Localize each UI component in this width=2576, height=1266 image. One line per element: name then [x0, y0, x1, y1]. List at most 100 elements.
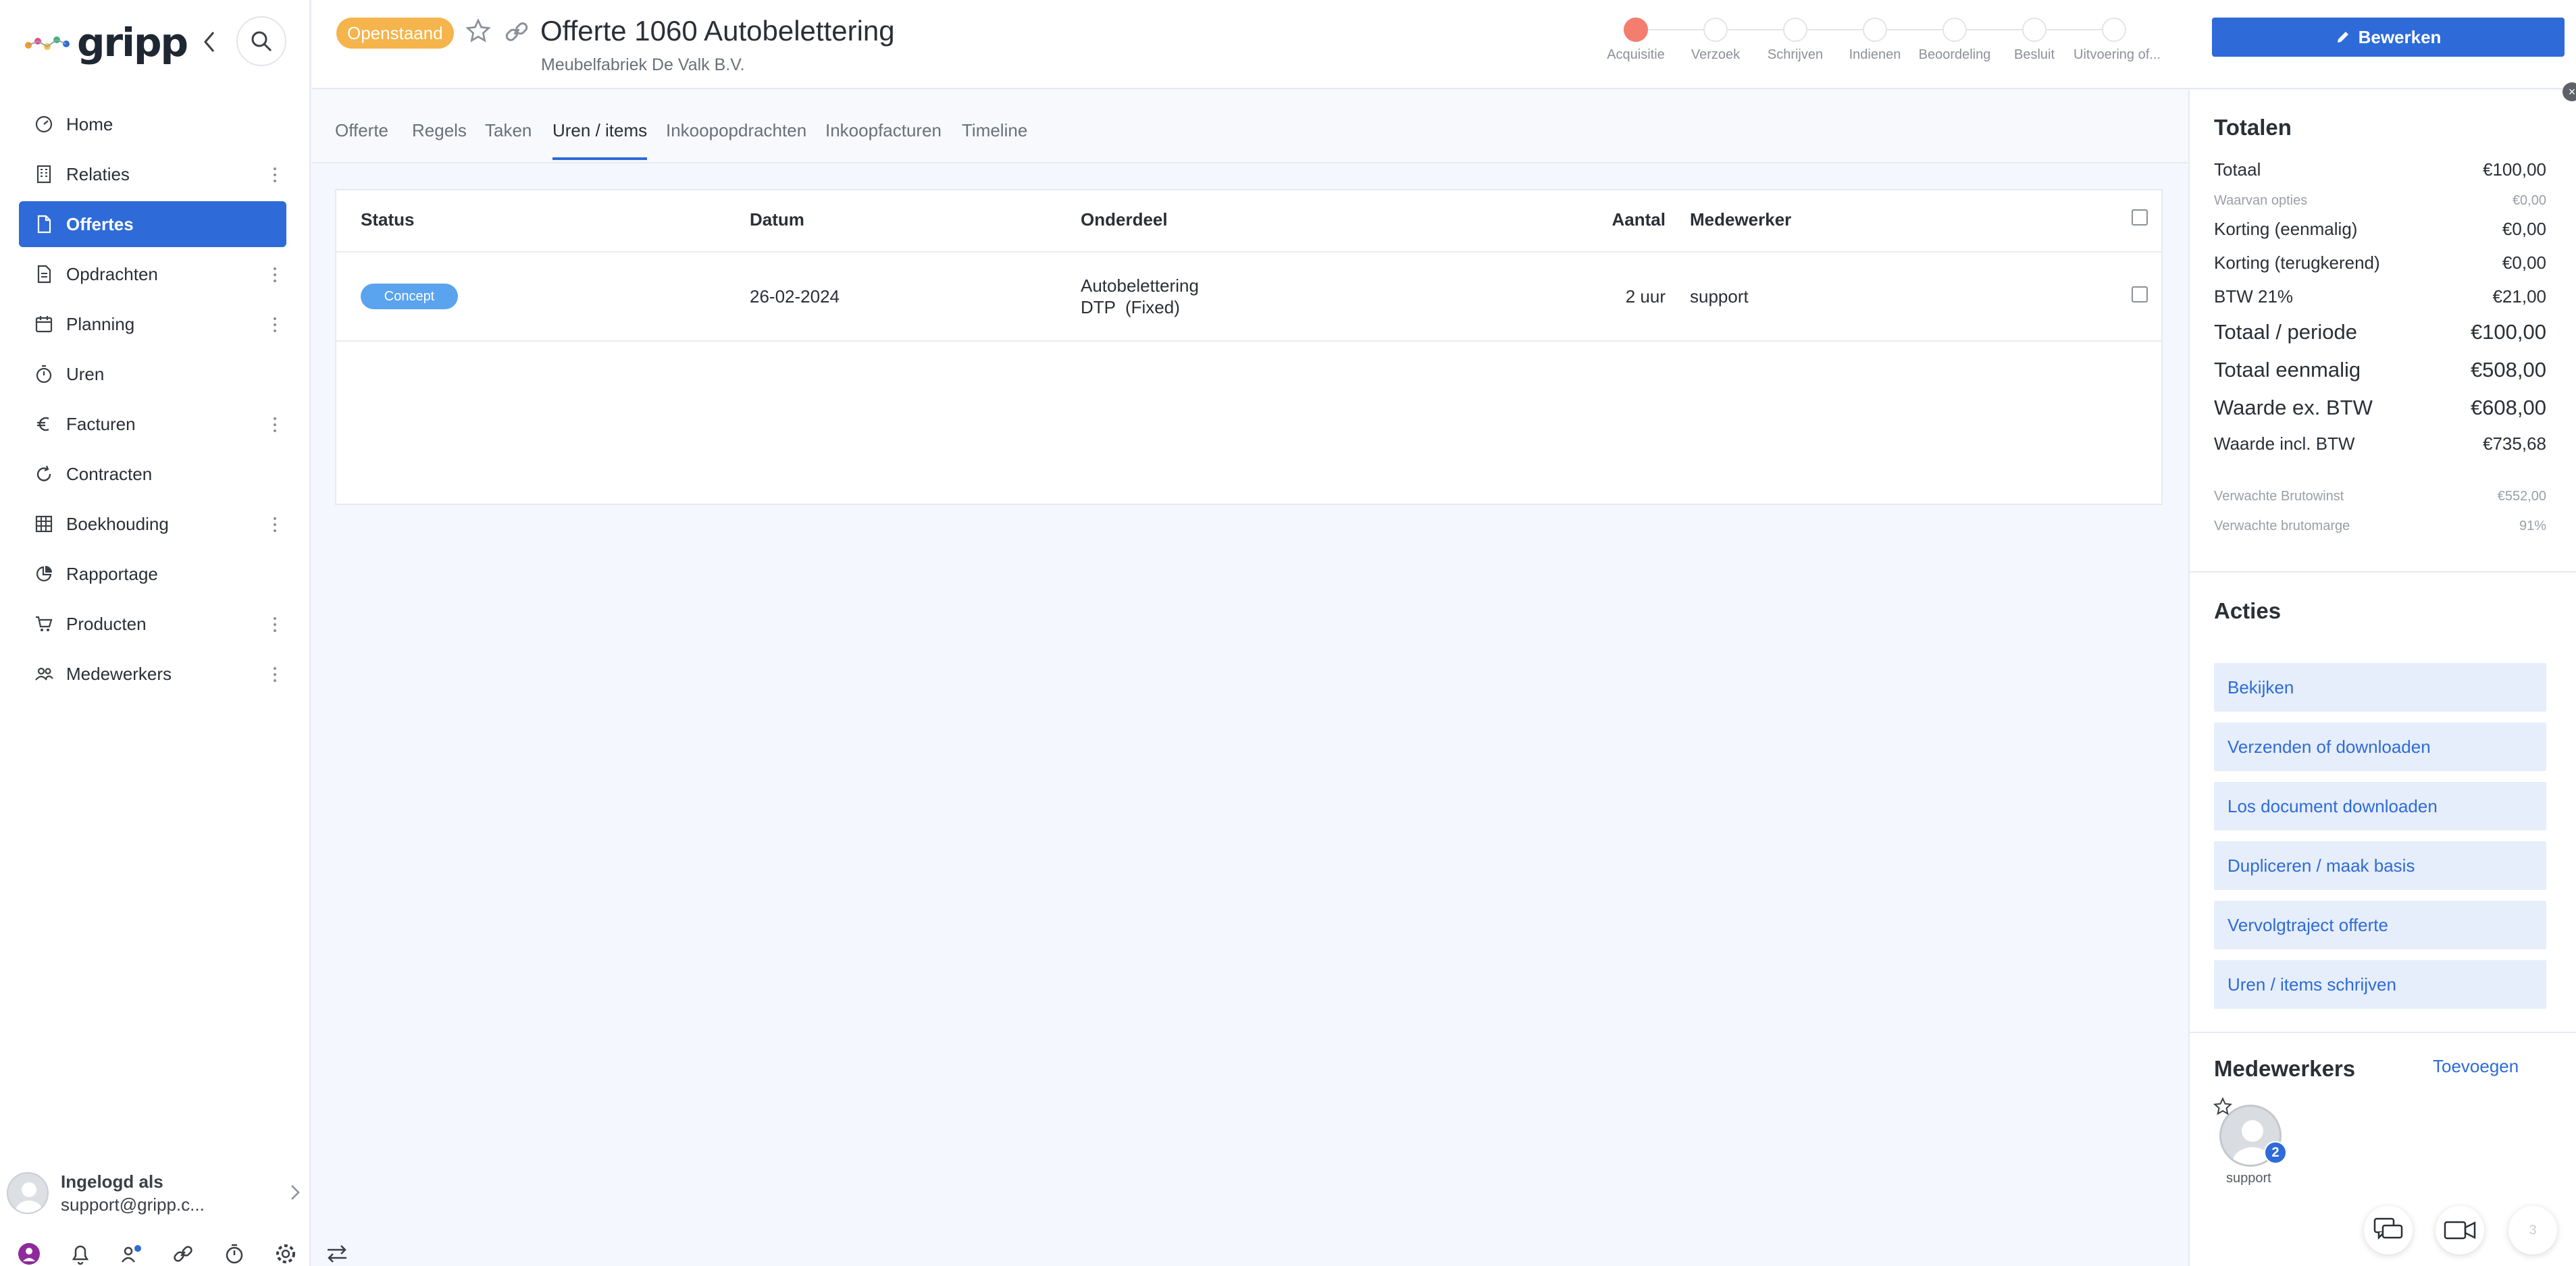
column-header-datum[interactable]: Datum: [750, 209, 804, 230]
phase-step[interactable]: Uitvoering of...: [2073, 18, 2161, 63]
timer-icon[interactable]: [222, 1242, 247, 1265]
logo[interactable]: gripp: [24, 19, 188, 66]
user-email: support@gripp.c...: [61, 1194, 205, 1215]
more-options-icon[interactable]: [273, 317, 277, 332]
action-verzenden-of-downloaden-button[interactable]: Verzenden of downloaden: [2214, 722, 2546, 771]
more-options-icon[interactable]: [273, 417, 277, 432]
select-all-checkbox[interactable]: [2132, 209, 2148, 226]
gear-icon[interactable]: [273, 1242, 299, 1265]
phase-step-label: Uitvoering of...: [2073, 47, 2161, 62]
sidebar-item-label: Opdrachten: [66, 263, 158, 284]
employees-heading: Medewerkers: [2214, 1056, 2356, 1081]
sidebar-item-facturen[interactable]: Facturen: [19, 401, 286, 447]
more-options-icon[interactable]: [273, 517, 277, 532]
column-header-onderdeel[interactable]: Onderdeel: [1081, 209, 1168, 230]
action-los-document-downloaden-button[interactable]: Los document downloaden: [2214, 782, 2546, 830]
column-header-aantal[interactable]: Aantal: [1612, 209, 1666, 230]
collapse-sidebar-button[interactable]: [197, 28, 222, 55]
row-checkbox[interactable]: [2132, 286, 2148, 302]
link-icon[interactable]: [170, 1242, 196, 1265]
chat-button[interactable]: [2364, 1206, 2413, 1255]
search-button[interactable]: [236, 16, 286, 66]
sidebar-item-relaties[interactable]: Relaties: [19, 151, 286, 197]
phase-step[interactable]: Indienen: [1834, 18, 1915, 63]
tab-taken[interactable]: Taken: [485, 120, 532, 157]
totals-value: €100,00: [2483, 159, 2546, 180]
action-dupliceren-maak-basis-button[interactable]: Dupliceren / maak basis: [2214, 841, 2546, 890]
employee-name: support: [2226, 1171, 2271, 1186]
totals-label: Waarde incl. BTW: [2214, 433, 2355, 454]
edit-button[interactable]: Bewerken: [2212, 18, 2565, 57]
sidebar-item-rapportage[interactable]: Rapportage: [19, 551, 286, 597]
sidebar-item-producten[interactable]: Producten: [19, 601, 286, 647]
more-options-icon[interactable]: [273, 667, 277, 682]
phase-step-label: Acquisitie: [1607, 47, 1665, 62]
column-header-status[interactable]: Status: [361, 209, 414, 230]
tab-offerte[interactable]: Offerte: [335, 120, 388, 157]
totals-value: €0,00: [2512, 193, 2546, 208]
totals-value: 91%: [2519, 519, 2546, 533]
more-options-icon[interactable]: [273, 617, 277, 632]
add-employee-link[interactable]: Toevoegen: [2433, 1056, 2519, 1077]
tab-regels[interactable]: Regels: [412, 120, 467, 157]
action-vervolgtraject-offerte-button[interactable]: Vervolgtraject offerte: [2214, 901, 2546, 949]
phase-step[interactable]: Verzoek: [1675, 18, 1756, 63]
sidebar-item-uren[interactable]: Uren: [19, 351, 286, 397]
star-icon[interactable]: [465, 18, 492, 45]
action-uren-items-schrijven-button[interactable]: Uren / items schrijven: [2214, 960, 2546, 1009]
sidebar-item-medewerkers[interactable]: Medewerkers: [19, 651, 286, 697]
tab-inkoopfacturen[interactable]: Inkoopfacturen: [825, 120, 942, 157]
tab-inkoopopdrachten[interactable]: Inkoopopdrachten: [666, 120, 806, 157]
sidebar-item-contracten[interactable]: Contracten: [19, 451, 286, 497]
euro-icon: [34, 414, 54, 434]
totals-label: BTW 21%: [2214, 286, 2294, 307]
phase-step-dot: [2102, 18, 2126, 42]
star-icon[interactable]: [2213, 1097, 2233, 1117]
sidebar-item-planning[interactable]: Planning: [19, 301, 286, 347]
totals-row: Totaal €100,00: [2214, 159, 2546, 180]
totals-label: Waarvan opties: [2214, 193, 2308, 208]
sidebar-item-boekhouding[interactable]: Boekhouding: [19, 501, 286, 547]
phase-step[interactable]: Beoordeling: [1914, 18, 1995, 63]
sidebar: gripp Home Relaties Offertes Opdrachten Plan…: [0, 0, 346, 1266]
sidebar-item-label: Boekhouding: [66, 513, 169, 534]
totals-label: Totaal / periode: [2214, 320, 2357, 344]
totals-row: Verwachte Brutowinst €552,00: [2214, 489, 2546, 504]
page-subtitle[interactable]: Meubelfabriek De Valk B.V.: [541, 55, 745, 75]
user-menu[interactable]: Ingelogd als support@gripp.c...: [7, 1169, 304, 1217]
sidebar-item-label: Home: [66, 113, 113, 134]
tab-uren-items[interactable]: Uren / items: [552, 120, 648, 160]
user-icon[interactable]: [16, 1242, 42, 1265]
team-notifications-icon[interactable]: [119, 1242, 145, 1265]
pencil-icon: [2337, 32, 2348, 43]
document-icon: [34, 214, 54, 234]
switch-icon[interactable]: [324, 1242, 350, 1265]
row-onderdeel-subtitle: DTP (Fixed): [1081, 297, 1180, 317]
totals-label: Verwachte brutomarge: [2214, 519, 2350, 533]
phase-step[interactable]: Acquisitie: [1595, 18, 1676, 63]
video-button[interactable]: [2436, 1206, 2484, 1255]
bell-icon[interactable]: [68, 1242, 93, 1265]
phase-step[interactable]: Besluit: [1994, 18, 2075, 63]
help-counter-button[interactable]: 3: [2508, 1206, 2557, 1255]
sidebar-item-label: Medewerkers: [66, 663, 172, 684]
sidebar-item-home[interactable]: Home: [19, 101, 286, 147]
sidebar-item-offertes[interactable]: Offertes: [19, 201, 286, 247]
tab-timeline[interactable]: Timeline: [962, 120, 1027, 157]
more-options-icon[interactable]: [273, 167, 277, 182]
page-header: Openstaand Offerte 1060 Autobelettering …: [312, 0, 2576, 89]
more-options-icon[interactable]: [273, 267, 277, 282]
totals-value: €608,00: [2470, 396, 2546, 419]
phase-step[interactable]: Schrijven: [1755, 18, 1836, 63]
sidebar-item-opdrachten[interactable]: Opdrachten: [19, 251, 286, 297]
logo-text: gripp: [77, 20, 188, 65]
link-icon[interactable]: [504, 19, 530, 45]
phase-step-dot: [2022, 18, 2046, 42]
totals-value: €100,00: [2470, 320, 2546, 344]
actions-divider: [2190, 1032, 2576, 1033]
close-panel-icon[interactable]: ×: [2562, 82, 2576, 101]
totals-value: €0,00: [2502, 253, 2546, 273]
column-header-medewerker[interactable]: Medewerker: [1690, 209, 1791, 230]
row-medewerker: support: [1690, 286, 1749, 307]
action-bekijken-button[interactable]: Bekijken: [2214, 663, 2546, 712]
